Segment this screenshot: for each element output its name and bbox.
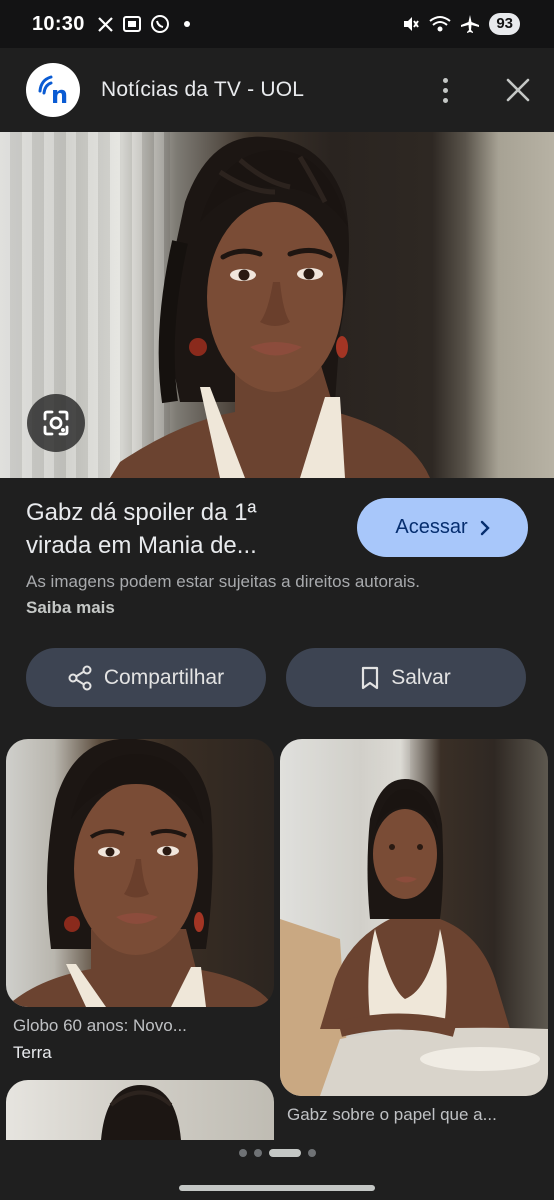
- site-logo-icon: n: [38, 75, 68, 109]
- airplane-icon: [461, 15, 480, 33]
- viewer-header: n Notícias da TV - UOL: [0, 48, 554, 132]
- status-system-icons: 93: [402, 13, 520, 35]
- access-button[interactable]: Acessar: [357, 498, 528, 557]
- mute-icon: [404, 17, 420, 31]
- carousel-indicator: [0, 1145, 554, 1161]
- header-actions: [437, 74, 530, 107]
- status-bar: 10:30 93: [0, 0, 554, 48]
- main-image[interactable]: [0, 132, 554, 478]
- related-caption-2[interactable]: Gabz sobre o papel que a...: [287, 1103, 497, 1127]
- share-icon: [68, 665, 92, 690]
- carousel-dot-active: [268, 1149, 301, 1157]
- whatsapp-icon: [150, 15, 169, 33]
- status-time: 10:30: [32, 12, 85, 35]
- dot-icon: [183, 21, 190, 27]
- carousel-dot: [238, 1149, 247, 1157]
- related-portrait-2: [280, 739, 548, 1096]
- related-image-2[interactable]: [280, 739, 548, 1096]
- share-button[interactable]: Compartilhar: [26, 648, 266, 707]
- related-source-1: Terra: [13, 1043, 52, 1062]
- related-portrait-3: [101, 1085, 181, 1140]
- x-icon: [97, 16, 113, 32]
- screenshot-icon: [122, 16, 141, 32]
- gesture-nav-handle[interactable]: [179, 1185, 375, 1191]
- related-image-3[interactable]: [6, 1080, 274, 1140]
- share-label: Compartilhar: [103, 665, 225, 689]
- article-title[interactable]: Gabz dá spoiler da 1ª virada em Mania de…: [26, 496, 326, 562]
- close-icon[interactable]: [506, 78, 530, 102]
- learn-more-link[interactable]: Saiba mais: [26, 598, 115, 617]
- related-image-1[interactable]: [6, 739, 274, 1007]
- carousel-dot: [253, 1149, 262, 1157]
- site-logo-letter: n: [51, 81, 68, 109]
- portrait-illustration: [110, 136, 430, 478]
- chevron-right-icon: [480, 520, 490, 535]
- battery-indicator: 93: [489, 13, 520, 35]
- action-row: Compartilhar Salvar: [26, 648, 526, 707]
- copyright-text: As imagens podem estar sujeitas a direit…: [26, 572, 421, 591]
- status-notification-icons: [97, 14, 190, 34]
- site-logo: n: [26, 63, 80, 117]
- related-caption-1[interactable]: Globo 60 anos: Novo...: [13, 1014, 187, 1038]
- bookmark-icon: [362, 666, 379, 689]
- access-button-label: Acessar: [395, 516, 468, 538]
- copyright-notice: As imagens podem estar sujeitas a direit…: [26, 569, 446, 621]
- save-button[interactable]: Salvar: [286, 648, 526, 707]
- related-portrait-1: [6, 739, 274, 1007]
- google-lens-button[interactable]: [27, 394, 85, 452]
- lens-icon: [43, 410, 69, 436]
- more-vert-icon[interactable]: [437, 74, 454, 107]
- save-label: Salvar: [391, 665, 451, 689]
- carousel-dot: [307, 1149, 316, 1157]
- article-info: Gabz dá spoiler da 1ª virada em Mania de…: [26, 496, 536, 562]
- wifi-icon: [429, 16, 451, 32]
- page-title: Notícias da TV - UOL: [101, 78, 305, 101]
